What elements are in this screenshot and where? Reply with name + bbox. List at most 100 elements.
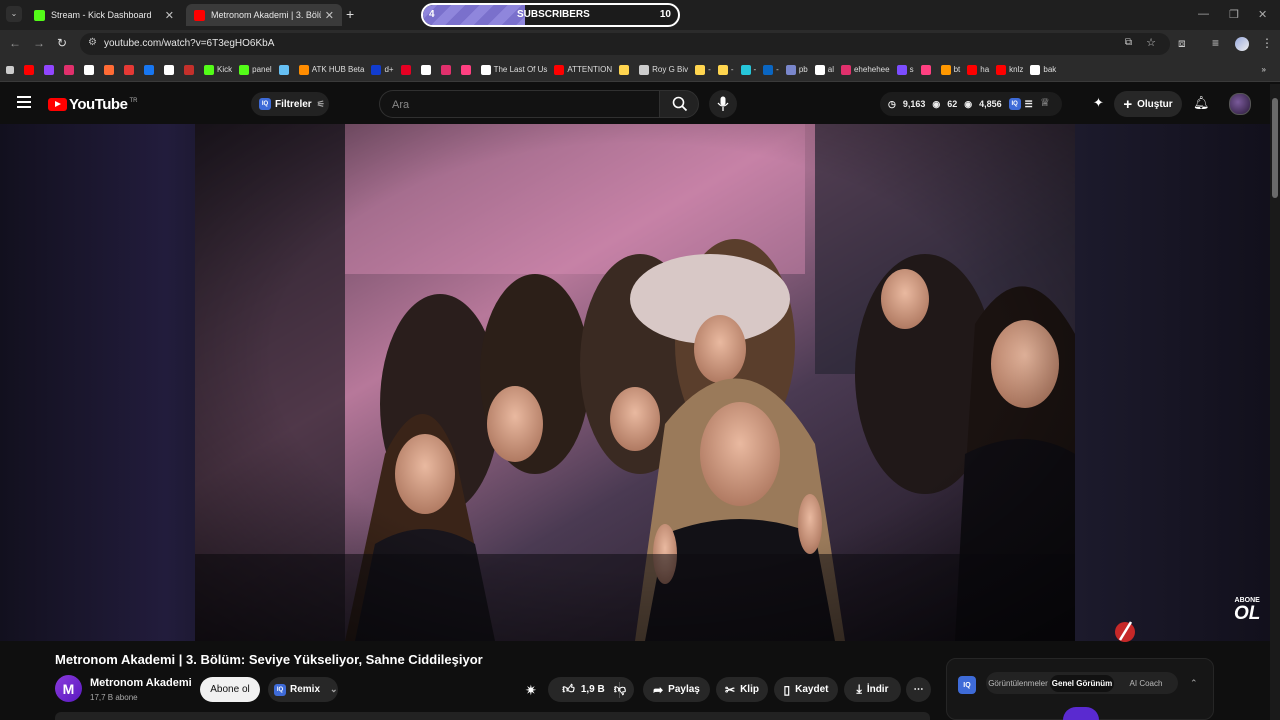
menu-icon[interactable]: ⋮ [1261, 36, 1273, 50]
create-label: Oluştur [1137, 98, 1173, 110]
tab-title: Metronom Akademi | 3. Bölüm [211, 10, 321, 20]
bookmark-item[interactable]: - [717, 64, 734, 75]
browser-tab-kick[interactable]: Stream - Kick Dashboard ✕ [26, 4, 182, 26]
channel-avatar[interactable]: M [55, 675, 82, 702]
bookmark-item[interactable]: - [763, 64, 779, 75]
scrollbar-thumb[interactable] [1272, 98, 1278, 198]
remix-button[interactable]: IQ Remix ⌄ [268, 677, 338, 702]
bookmark-item[interactable] [440, 64, 454, 75]
bookmark-item[interactable] [144, 64, 157, 75]
tab-views[interactable]: Görüntülenmeler [986, 679, 1050, 688]
bookmark-item[interactable] [44, 64, 57, 75]
bookmark-item[interactable] [460, 64, 474, 75]
views-icon: ◷ [888, 98, 896, 109]
more-actions-button[interactable]: ⋯ [906, 677, 931, 702]
back-icon[interactable]: ← [9, 36, 21, 50]
more-bookmarks-icon[interactable]: » [1262, 65, 1266, 74]
video-player[interactable] [195, 124, 1075, 641]
bookmark-item[interactable]: The Last Of Us [480, 64, 547, 75]
filters-label: Filtreler [275, 98, 312, 110]
apps-grid-icon[interactable] [6, 65, 17, 74]
extensions-icon[interactable]: ⧈ [1178, 36, 1186, 51]
browser-tab-youtube[interactable]: Metronom Akademi | 3. Bölüm ✕ [186, 4, 342, 26]
account-avatar[interactable] [1229, 93, 1251, 115]
bookmark-item[interactable] [104, 64, 117, 75]
filters-button[interactable]: IQ Filtreler ⚟ [251, 92, 329, 116]
close-icon[interactable]: ✕ [165, 9, 174, 22]
media-icon[interactable]: ≡ [1212, 36, 1219, 50]
bookmark-item[interactable]: panel [239, 64, 272, 75]
bookmark-item[interactable]: bt [940, 64, 960, 75]
new-tab-button[interactable]: + [346, 6, 354, 22]
minimize-icon[interactable]: — [1198, 8, 1209, 20]
download-button[interactable]: ⤓ İndir [844, 677, 901, 702]
save-button[interactable]: ▯ Kaydet [774, 677, 838, 702]
bookmark-star-icon[interactable]: ☆ [1146, 36, 1156, 49]
search-button[interactable] [659, 90, 699, 118]
close-icon[interactable]: ✕ [325, 9, 334, 22]
remix-label: Remix [290, 684, 321, 695]
bookmark-item[interactable] [164, 64, 177, 75]
bookmark-item[interactable]: s [896, 64, 914, 75]
youtube-logo[interactable]: YouTube TR [48, 96, 137, 113]
profile-icon[interactable] [1235, 37, 1249, 51]
subscribe-button[interactable]: Abone ol [200, 677, 260, 702]
share-button[interactable]: ➦ Paylaş [643, 677, 710, 702]
bookmark-item[interactable]: al [814, 64, 834, 75]
ambient-right [1075, 124, 1270, 641]
bookmark-item[interactable] [24, 64, 37, 75]
forward-icon[interactable]: → [33, 36, 45, 50]
bookmark-item[interactable]: d+ [371, 64, 394, 75]
country-code: TR [129, 97, 138, 104]
watching-count: 62 [947, 99, 958, 109]
bookmark-favicon-icon [740, 64, 751, 75]
bookmark-item[interactable] [184, 64, 197, 75]
bookmark-item[interactable]: pb [785, 64, 808, 75]
bookmark-item[interactable]: - [740, 64, 756, 75]
site-info-icon[interactable]: ⚙ [88, 37, 97, 48]
bookmark-item[interactable]: bak [1030, 64, 1056, 75]
channel-name[interactable]: Metronom Akademi [90, 677, 192, 689]
chevron-up-icon[interactable]: ⌃ [1190, 678, 1198, 689]
create-button[interactable]: + Oluştur [1114, 91, 1182, 117]
award-icon[interactable]: ♕ [1040, 96, 1050, 109]
tab-ai-coach[interactable]: AI Coach [1114, 679, 1178, 688]
bookmark-item[interactable] [64, 64, 77, 75]
tab-overview[interactable]: Genel Görünüm [1050, 674, 1114, 692]
vidiq-stats[interactable]: ◷ 9,163 ◉ 62 ◉ 4,856 IQ ☰ [880, 92, 1062, 116]
menu-icon[interactable] [17, 96, 31, 111]
bookmark-item[interactable]: ATK HUB Beta [298, 64, 365, 75]
search-input[interactable]: Ara [379, 90, 659, 118]
bookmark-item[interactable] [920, 64, 934, 75]
bookmark-item[interactable] [84, 64, 97, 75]
bookmark-item[interactable] [400, 64, 414, 75]
close-window-icon[interactable]: ✕ [1258, 8, 1267, 21]
bookmark-item[interactable]: ha [967, 64, 989, 75]
sparkle-icon[interactable]: ✦ [1093, 95, 1104, 111]
maximize-icon[interactable]: ❐ [1229, 8, 1239, 21]
voice-search-button[interactable] [709, 90, 737, 118]
bookmark-favicon-icon [204, 64, 214, 75]
dislike-button[interactable]: 👎︎ [604, 677, 636, 702]
microphone-icon [717, 96, 729, 111]
description-box[interactable] [55, 712, 930, 720]
bookmark-item[interactable]: - [695, 64, 711, 75]
tab-search-button[interactable]: ⌄ [6, 6, 22, 22]
reload-icon[interactable]: ↻ [57, 36, 67, 50]
bookmark-item[interactable]: ehehehee [840, 64, 890, 75]
ambient-left [0, 124, 195, 641]
bookmark-item[interactable]: ATTENTION [554, 64, 612, 75]
clip-button[interactable]: ✂ Klip [716, 677, 768, 702]
bookmark-item[interactable] [420, 64, 434, 75]
notifications-bell-icon[interactable]: 🔔︎ [1193, 95, 1210, 111]
bookmark-item[interactable] [124, 64, 137, 75]
bookmark-item[interactable] [278, 64, 292, 75]
install-icon[interactable]: ⧉ [1125, 37, 1132, 48]
bookmark-item[interactable]: Roy G Biv [639, 64, 688, 75]
bookmark-item[interactable] [619, 64, 632, 75]
address-bar[interactable]: ⚙ youtube.com/watch?v=6T3egHO6KbA ⧉ ☆ [80, 33, 1170, 55]
bookmark-item[interactable]: Kick [204, 64, 232, 75]
sparkle-icon[interactable]: ✷ [525, 682, 537, 699]
bookmark-item[interactable]: knlz [996, 64, 1023, 75]
bookmark-label: ATK HUB Beta [311, 65, 365, 74]
